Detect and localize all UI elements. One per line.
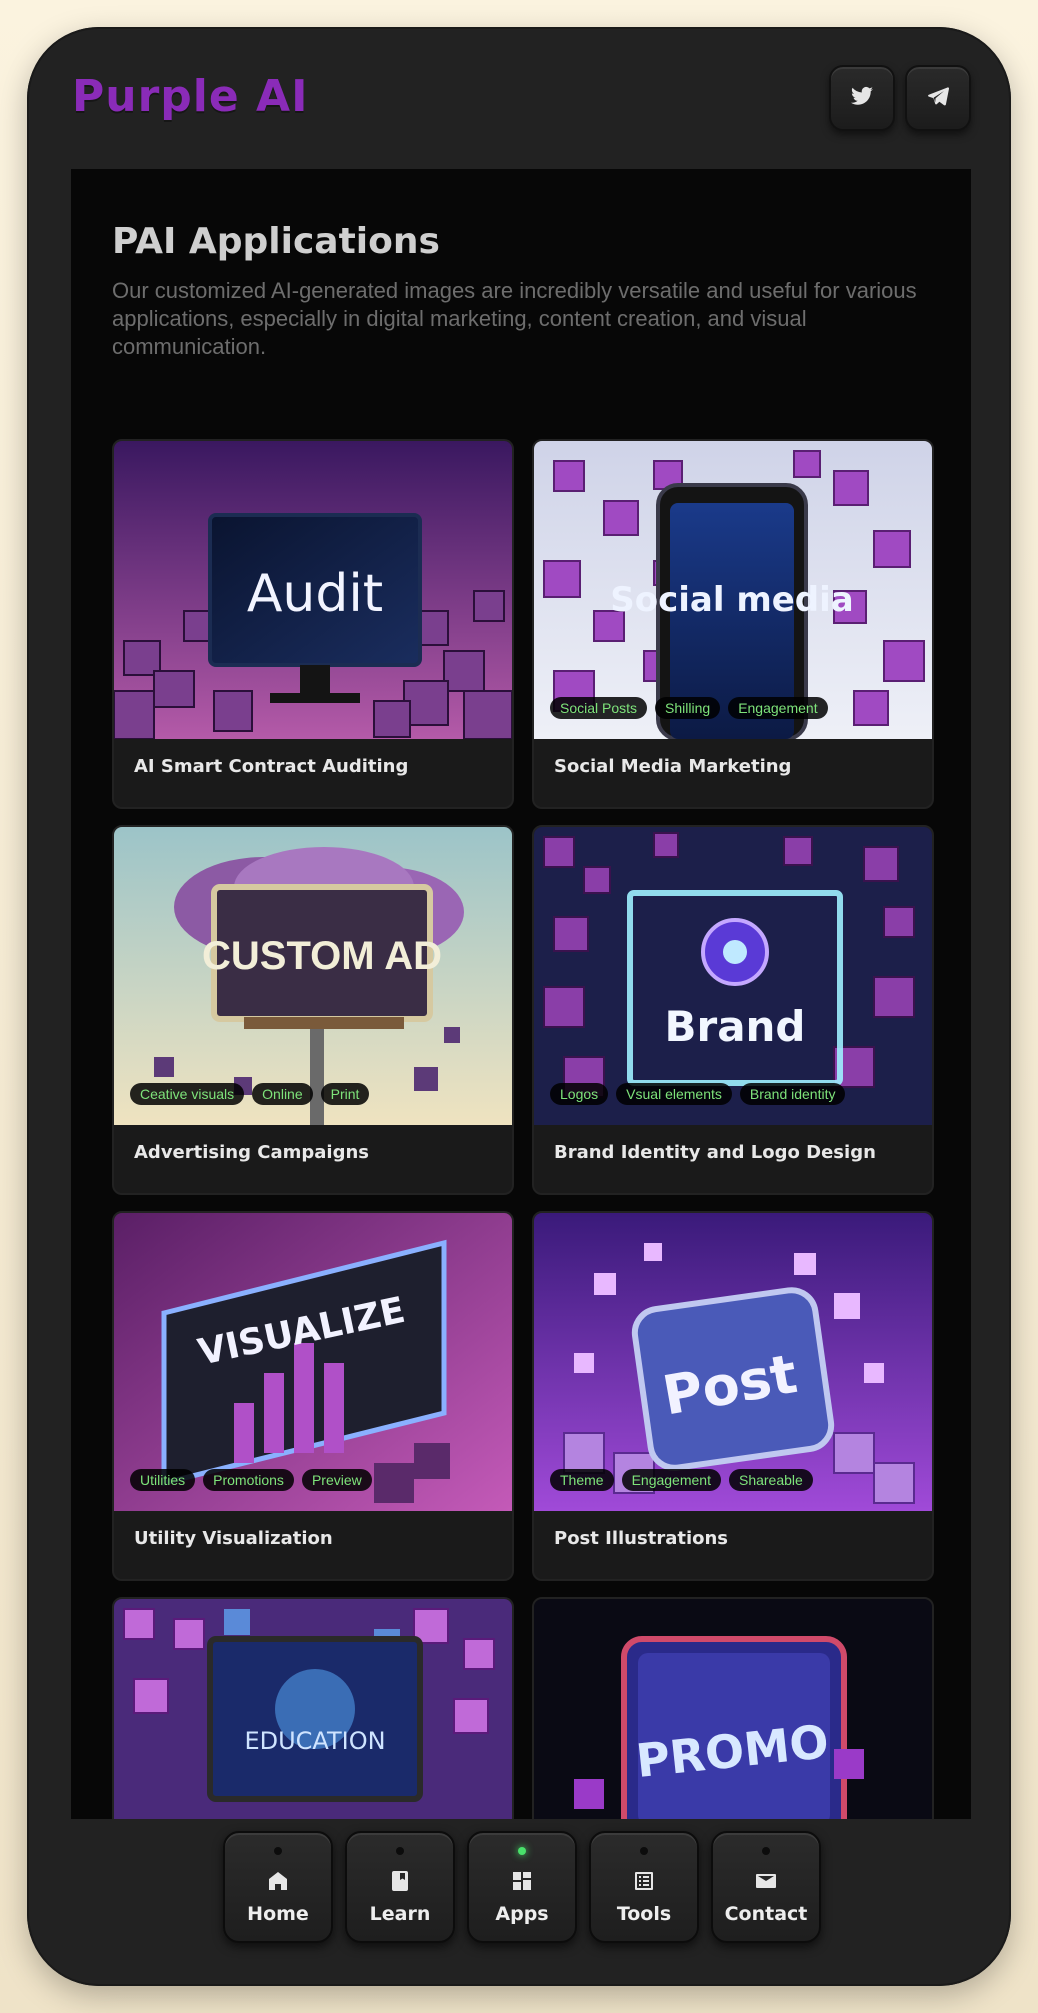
phone-frame: Purple AI PAI Applications Our customize… <box>27 27 1011 1986</box>
card-label: Utility Visualization <box>134 1528 333 1549</box>
twitter-icon <box>850 84 874 113</box>
card-image-text: EDUCATION <box>244 1727 385 1755</box>
nav-label: Contact <box>724 1903 808 1925</box>
app-card-visualize[interactable]: VISUALIZE Utilities Promotions Preview U… <box>112 1211 514 1581</box>
tag[interactable]: Preview <box>301 1469 372 1491</box>
tag[interactable]: Engagement <box>621 1469 721 1491</box>
tag[interactable]: Shareable <box>728 1469 813 1491</box>
app-card-promo[interactable]: PROMO <box>532 1597 934 1819</box>
nav-tools[interactable]: Tools <box>589 1831 699 1943</box>
card-label: Brand Identity and Logo Design <box>554 1142 876 1163</box>
nav-learn[interactable]: Learn <box>345 1831 455 1943</box>
status-dot <box>396 1847 404 1855</box>
content-panel: PAI Applications Our customized AI-gener… <box>71 169 971 1819</box>
card-label: Post Illustrations <box>554 1528 729 1549</box>
tag[interactable]: Print <box>320 1083 370 1105</box>
active-dot <box>518 1847 526 1855</box>
card-label: Social Media Marketing <box>554 756 792 777</box>
app-card-advertising[interactable]: CUSTOM AD Ceative visuals Online Print A… <box>112 825 514 1195</box>
tag-list: Social Posts Shilling Engagement <box>550 697 828 719</box>
card-image-text: Social media <box>610 580 854 620</box>
card-image: VISUALIZE <box>114 1213 512 1511</box>
app-card-post[interactable]: Post Theme Engagement Shareable Post Ill… <box>532 1211 934 1581</box>
twitter-button[interactable] <box>829 65 895 131</box>
header: Purple AI <box>27 27 1011 169</box>
card-image: Audit <box>114 441 512 739</box>
tag[interactable]: Social Posts <box>550 697 648 719</box>
card-image: Brand <box>534 827 932 1125</box>
telegram-button[interactable] <box>905 65 971 131</box>
tag[interactable]: Brand identity <box>739 1083 846 1105</box>
app-card-brand[interactable]: Brand Logos Vsual elements Brand identit… <box>532 825 934 1195</box>
card-image: PROMO <box>534 1599 932 1819</box>
tag[interactable]: Online <box>252 1083 313 1105</box>
book-icon <box>388 1869 412 1893</box>
page-title: PAI Applications <box>112 221 440 262</box>
nav-label: Learn <box>369 1903 431 1925</box>
card-image-text: Brand <box>664 1002 805 1051</box>
tag[interactable]: Promotions <box>203 1469 294 1491</box>
page-description: Our customized AI-generated images are i… <box>112 278 917 359</box>
tag[interactable]: Vsual elements <box>616 1083 732 1105</box>
bottom-nav: Home Learn Apps Tools Contact <box>223 1831 821 1943</box>
tag[interactable]: Theme <box>550 1469 614 1491</box>
nav-label: Tools <box>616 1903 672 1925</box>
card-image: Social media <box>534 441 932 739</box>
tag-list: Logos Vsual elements Brand identity <box>550 1083 846 1105</box>
card-image: EDUCATION <box>114 1599 512 1819</box>
app-card-audit[interactable]: Audit AI Smart Contract Auditing <box>112 439 514 809</box>
app-card-education[interactable]: EDUCATION <box>112 1597 514 1819</box>
tag-list: Ceative visuals Online Print <box>130 1083 370 1105</box>
card-image-text: CUSTOM AD <box>202 934 442 978</box>
card-label: Advertising Campaigns <box>134 1142 369 1163</box>
tag[interactable]: Utilities <box>130 1469 196 1491</box>
tag[interactable]: Engagement <box>728 697 828 719</box>
app-card-social[interactable]: Social media Social Posts Shilling Engag… <box>532 439 934 809</box>
status-dot <box>640 1847 648 1855</box>
card-image: CUSTOM AD <box>114 827 512 1125</box>
card-image-text: Audit <box>247 564 383 624</box>
card-image: Post <box>534 1213 932 1511</box>
tag-list: Theme Engagement Shareable <box>550 1469 813 1491</box>
apps-grid-icon <box>510 1869 534 1893</box>
tag[interactable]: Shilling <box>655 697 721 719</box>
tag-list: Utilities Promotions Preview <box>130 1469 372 1491</box>
home-icon <box>266 1869 290 1893</box>
mail-icon <box>754 1869 778 1893</box>
nav-label: Apps <box>495 1903 549 1925</box>
brand-logo[interactable]: Purple AI <box>72 71 308 122</box>
status-dot <box>762 1847 770 1855</box>
nav-contact[interactable]: Contact <box>711 1831 821 1943</box>
nav-label: Home <box>247 1903 309 1925</box>
nav-home[interactable]: Home <box>223 1831 333 1943</box>
status-dot <box>274 1847 282 1855</box>
telegram-icon <box>926 84 950 113</box>
tools-list-icon <box>632 1869 656 1893</box>
card-label: AI Smart Contract Auditing <box>134 756 409 777</box>
tag[interactable]: Logos <box>550 1083 609 1105</box>
tag[interactable]: Ceative visuals <box>130 1083 245 1105</box>
nav-apps[interactable]: Apps <box>467 1831 577 1943</box>
